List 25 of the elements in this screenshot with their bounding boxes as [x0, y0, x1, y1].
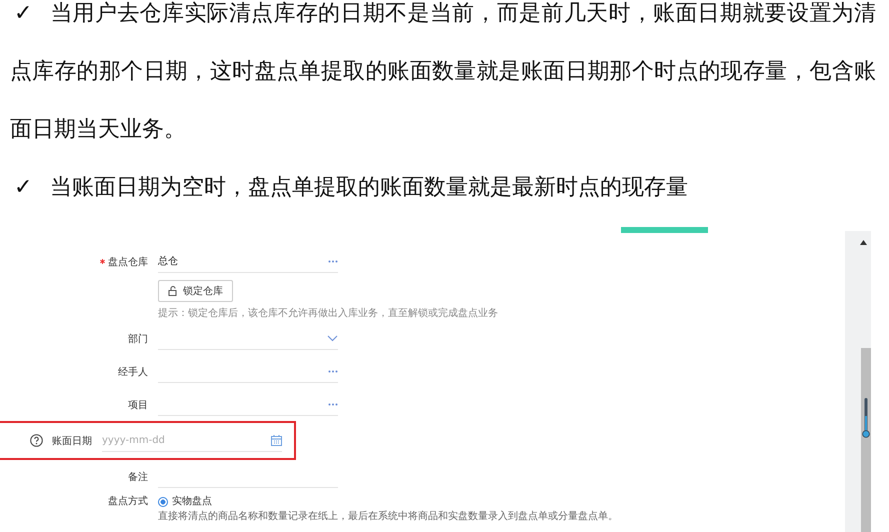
more-icon[interactable]	[328, 402, 338, 406]
padlock-icon	[168, 286, 179, 296]
more-icon[interactable]	[328, 260, 338, 262]
arrow-up-icon[interactable]	[860, 240, 866, 245]
field-label: 盘点方式	[108, 496, 148, 508]
slider-handle-icon[interactable]	[862, 398, 870, 440]
field-label: 项目	[128, 398, 148, 412]
note-text: ✓ 当账面日期为空时，盘点单提取的账面数量就是最新时点的现存量	[13, 174, 689, 202]
description-text: 直接将清点的商品名称和数量记录在纸上，最后在系统中将商品和实盘数量录入到盘点单或分量盘点单。	[158, 511, 618, 523]
field-label: 经手人	[118, 366, 148, 378]
note-text: ✓ 当用户去仓库实际清点库存的日期不是当前，而是前几天时，账面日期就要设置为清点库存的那个日期，这时盘点单提取的账面数量就是账面日期那个时点的现存量，包含账面日期当天业务。	[10, 0, 876, 144]
hint-text: 提示：锁定仓库后，该仓库不允许再做出入库业务，直至解锁或完成盘点业务	[158, 306, 498, 320]
radio-option[interactable]: 实物盘点	[158, 496, 618, 508]
radio-button[interactable]	[158, 497, 168, 507]
field-label: 部门	[128, 332, 148, 346]
field-label: 备注	[128, 470, 148, 484]
help-icon[interactable]	[30, 434, 43, 447]
scrollbar[interactable]	[845, 231, 871, 532]
input-field[interactable]: 总仓	[158, 250, 338, 273]
more-icon[interactable]	[328, 370, 338, 372]
lock-warehouse-button[interactable]: 锁定仓库	[158, 280, 233, 302]
calendar-icon[interactable]	[271, 434, 282, 446]
field-label: 盘点仓库	[108, 256, 148, 268]
field-label: 账面日期	[52, 434, 92, 448]
chevron-down-icon[interactable]	[327, 334, 338, 342]
